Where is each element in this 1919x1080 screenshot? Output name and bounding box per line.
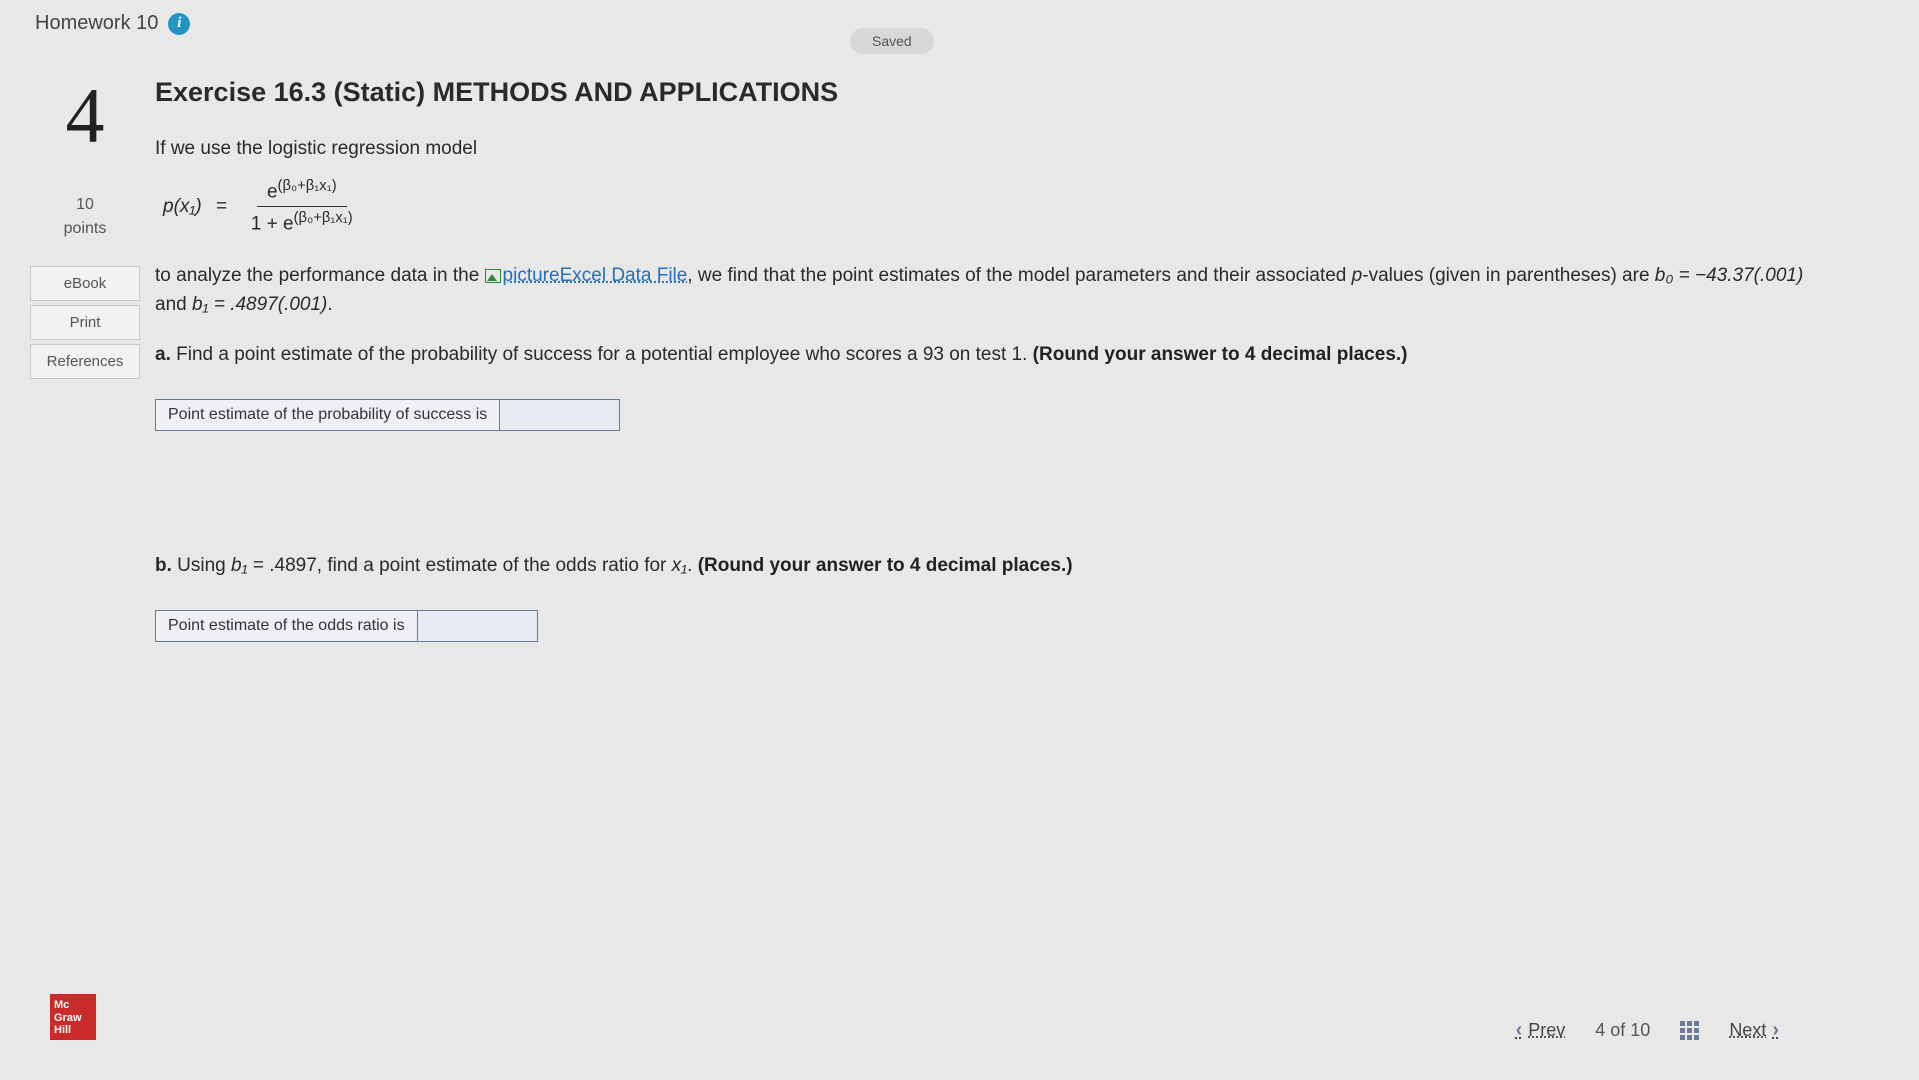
p-italic: p [1352,265,1363,286]
question-number: 4 [30,77,140,155]
references-button[interactable]: References [30,344,140,379]
qb-round-instruction: (Round your answer to 4 decimal places.) [698,555,1073,576]
qb-b1: b₁ [231,555,248,576]
para1-d: and [155,294,192,315]
logistic-formula: p(x₁) = e(β₀+β₁x₁) 1 + e(β₀+β₁x₁) [163,178,1829,236]
para1-a: to analyze the performance data in the [155,265,485,286]
answer-a-input[interactable] [500,399,620,431]
exercise-title: Exercise 16.3 (Static) METHODS AND APPLI… [155,77,1829,108]
para1-c: -values (given in parentheses) are [1362,265,1655,286]
qb-x1: x₁ [672,555,688,576]
next-label: Next [1729,1020,1766,1041]
chevron-right-icon: › [1772,1019,1779,1042]
answer-b-label: Point estimate of the odds ratio is [155,610,418,642]
excel-data-file-link[interactable]: pictureExcel Data File [485,265,688,286]
formula-den-exp: (β₀+β₁x₁) [294,210,353,226]
qa-round-instruction: (Round your answer to 4 decimal places.) [1033,344,1408,365]
para1-b: , we find that the point estimates of th… [687,265,1351,286]
saved-badge: Saved [850,28,934,54]
grid-icon[interactable] [1680,1021,1699,1040]
prev-label: Prev [1528,1020,1565,1041]
answer-a-label: Point estimate of the probability of suc… [155,399,500,431]
print-button[interactable]: Print [30,305,140,340]
formula-eq: = [216,196,227,218]
page-title: Homework 10 [35,12,158,35]
qb-text-b: = .4897, find a point estimate of the od… [248,555,672,576]
qa-label: a. [155,344,171,365]
b1-value: b₁ = .4897(.001) [192,294,327,315]
chevron-left-icon: ‹ [1516,1019,1523,1042]
paragraph-1: to analyze the performance data in the p… [155,261,1829,320]
lead-text: If we use the logistic regression model [155,138,1829,160]
prev-button[interactable]: ‹ Prev [1516,1019,1566,1042]
ebook-button[interactable]: eBook [30,266,140,301]
qa-text: Find a point estimate of the probability… [171,344,1033,365]
next-button[interactable]: Next › [1729,1019,1779,1042]
question-content: Exercise 16.3 (Static) METHODS AND APPLI… [155,77,1889,702]
excel-link-text: pictureExcel Data File [503,265,688,286]
answer-b-input[interactable] [418,610,538,642]
footer-nav: ‹ Prev 4 of 10 Next › [1516,1019,1779,1042]
formula-num-exp: (β₀+β₁x₁) [278,178,337,194]
page-position: 4 of 10 [1595,1020,1650,1041]
points-box: 10 points [30,193,140,241]
formula-den-prefix: 1 + e [251,214,294,235]
qb-text-c: . [687,555,698,576]
para1-e: . [327,294,332,315]
question-b: b. Using b₁ = .4897, find a point estima… [155,551,1829,580]
qb-text-a: Using [172,555,231,576]
qb-label: b. [155,555,172,576]
b0-value: b₀ = −43.37(.001) [1655,265,1804,286]
question-a: a. Find a point estimate of the probabil… [155,340,1829,369]
answer-a-row: Point estimate of the probability of suc… [155,399,620,431]
info-icon[interactable]: i [168,13,190,35]
answer-b-row: Point estimate of the odds ratio is [155,610,538,642]
picture-icon [485,269,501,283]
points-label: points [30,217,140,241]
formula-num-base: e [267,181,278,202]
formula-lhs: p(x₁) [163,196,202,218]
points-value: 10 [30,193,140,217]
sidebar: 4 10 points eBook Print References [30,77,140,702]
mcgraw-hill-logo: Mc Graw Hill [50,994,96,1040]
